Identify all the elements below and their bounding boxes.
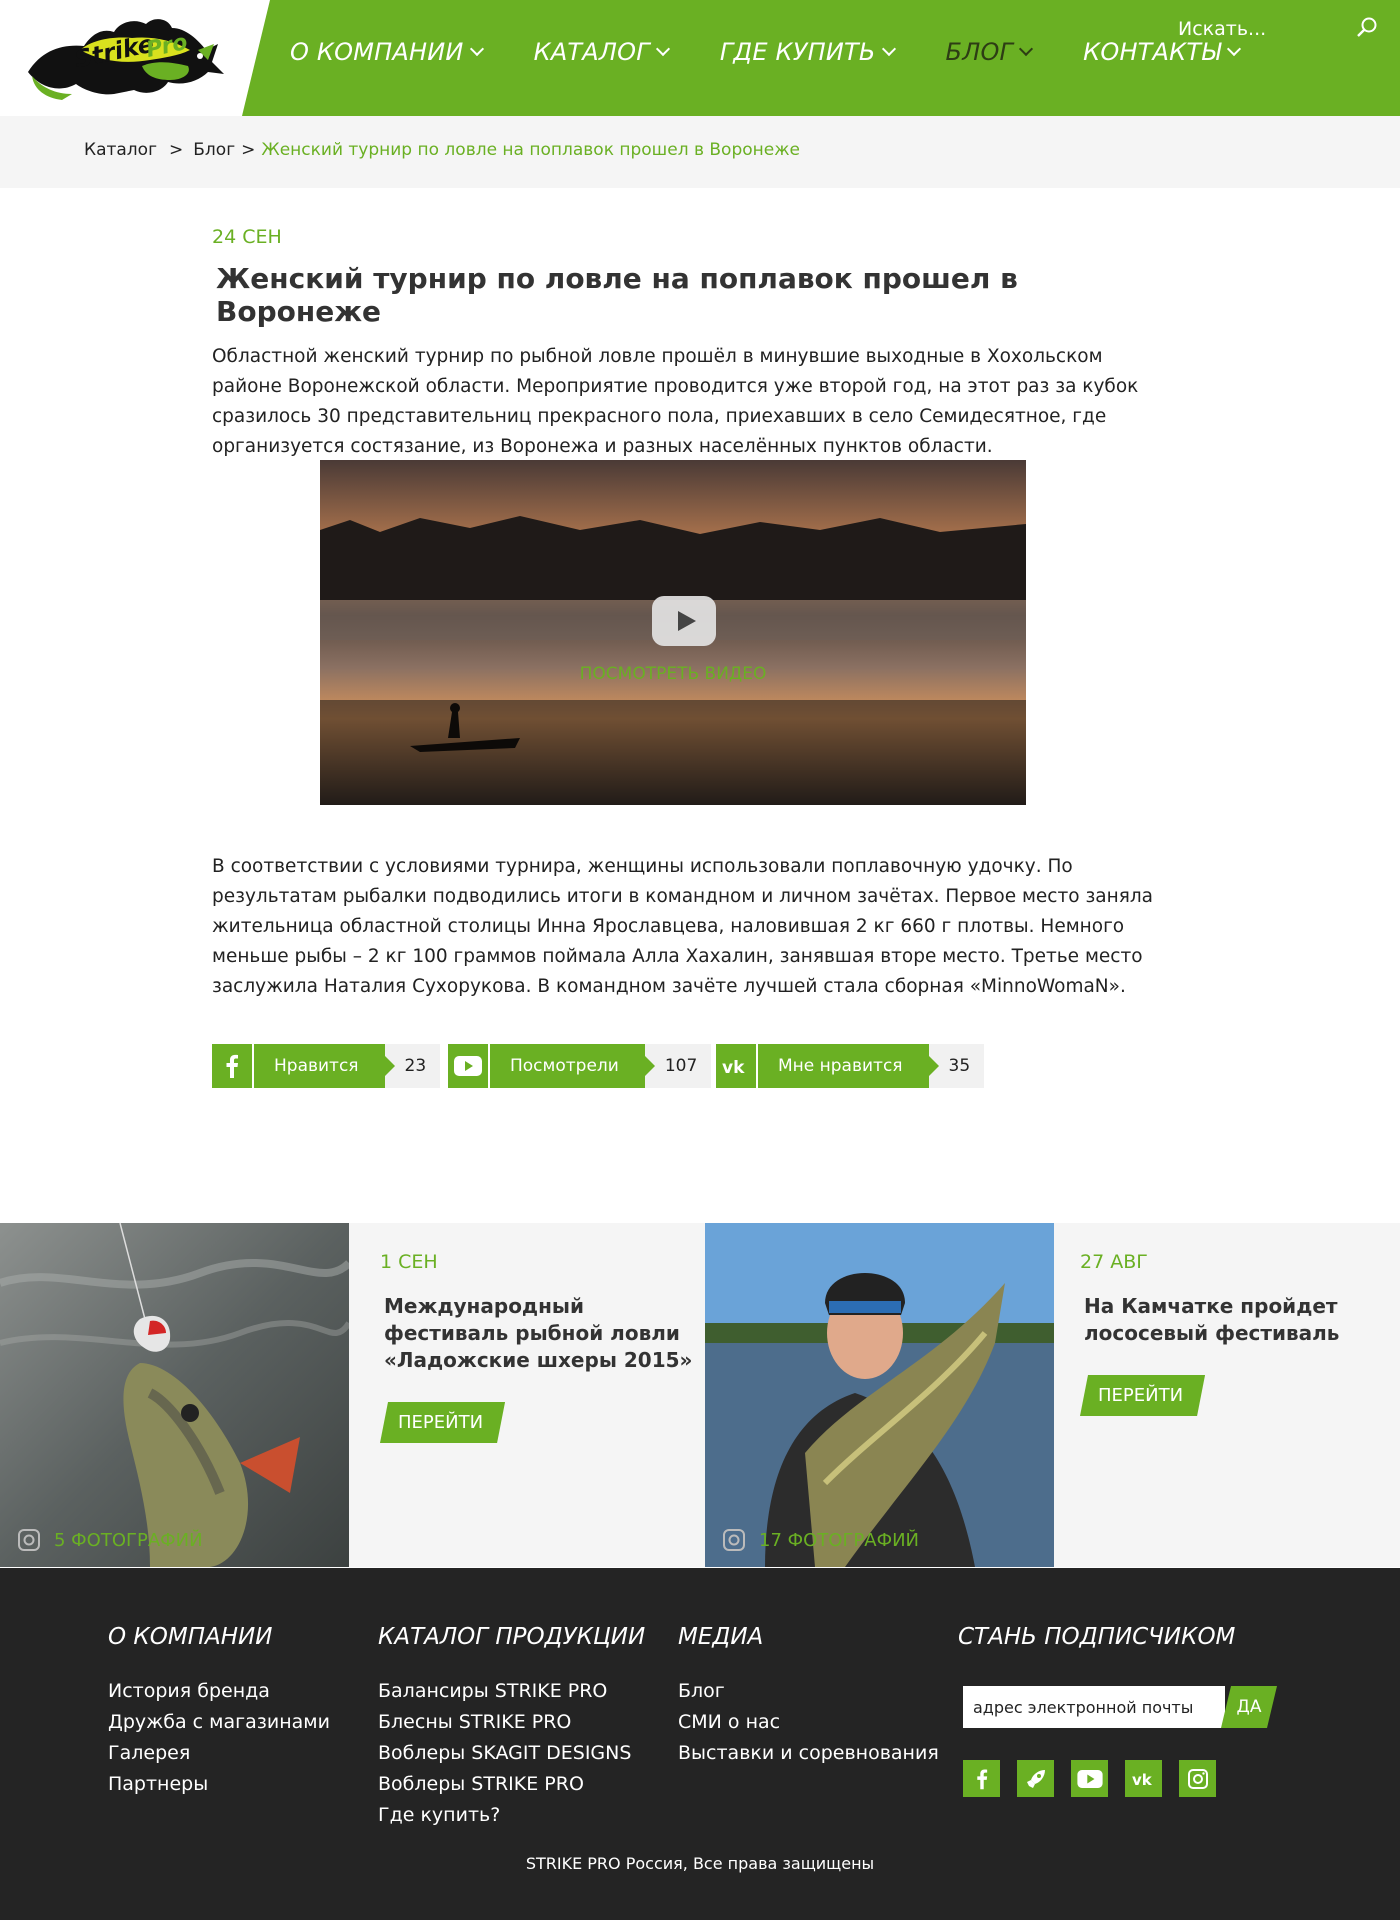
- go-button[interactable]: ПЕРЕЙТИ: [1080, 1375, 1205, 1416]
- related-post-title[interactable]: Международный фестиваль рыбной ловли «Ла…: [384, 1293, 710, 1374]
- chevron-down-icon: [1227, 41, 1242, 57]
- footer-column-subscribe: СТАНЬ ПОДПИСЧИКОМ: [958, 1624, 1235, 1650]
- video-player[interactable]: ПОСМОТРЕТЬ ВИДЕО: [320, 460, 1026, 805]
- chevron-down-icon: [881, 41, 896, 57]
- facebook-like-label: Нравится: [254, 1044, 385, 1088]
- related-posts: 5 ФОТОГРАФИЙ 1 СЕН Международный фестива…: [0, 1223, 1400, 1567]
- search-input[interactable]: [1178, 14, 1348, 44]
- facebook-icon[interactable]: [963, 1760, 1000, 1797]
- footer-link[interactable]: Блесны STRIKE PRO: [378, 1707, 645, 1738]
- breadcrumb-separator: >: [169, 140, 184, 160]
- breadcrumb: Каталог > Блог > Женский турнир по ловле…: [0, 116, 1400, 188]
- footer-link[interactable]: Воблеры SKAGIT DESIGNS: [378, 1738, 645, 1769]
- search-box: [1178, 14, 1378, 44]
- article-intro: Областной женский турнир по рыбной ловле…: [212, 346, 1139, 457]
- footer-heading: КАТАЛОГ ПРОДУКЦИИ: [378, 1624, 646, 1650]
- footer-link[interactable]: Где купить?: [378, 1800, 645, 1831]
- related-post-date: 27 АВГ: [1080, 1251, 1148, 1273]
- footer-link[interactable]: Блог: [678, 1676, 939, 1707]
- chevron-down-icon: [1019, 41, 1034, 57]
- youtube-icon[interactable]: [1071, 1760, 1108, 1797]
- footer-link[interactable]: СМИ о нас: [678, 1707, 939, 1738]
- chevron-down-icon: [469, 41, 484, 57]
- logo-area: Strike Pro: [0, 0, 270, 116]
- strike-pro-logo[interactable]: Strike Pro: [22, 10, 227, 102]
- youtube-icon: [448, 1044, 490, 1088]
- instagram-icon: [723, 1529, 745, 1551]
- related-post: 27 АВГ На Камчатке пройдет лососевый фес…: [1080, 1223, 1400, 1416]
- angler-photo: [705, 1223, 1054, 1567]
- related-post-image[interactable]: 17 ФОТОГРАФИЙ: [705, 1223, 1054, 1567]
- fish-photo: [0, 1223, 349, 1567]
- go-button[interactable]: ПЕРЕЙТИ: [380, 1402, 505, 1443]
- vk-icon[interactable]: vk: [1125, 1760, 1162, 1797]
- article: 24 СЕН Женский турнир по ловле на поплав…: [212, 226, 1172, 462]
- instagram-icon: [18, 1529, 40, 1551]
- breadcrumb-current: Женский турнир по ловле на поплавок прош…: [261, 140, 800, 160]
- footer-link[interactable]: Балансиры STRIKE PRO: [378, 1676, 645, 1707]
- search-icon[interactable]: [1356, 16, 1378, 38]
- facebook-icon: [212, 1044, 254, 1088]
- footer-link[interactable]: Воблеры STRIKE PRO: [378, 1769, 645, 1800]
- footer-heading: МЕДИА: [678, 1624, 764, 1650]
- svg-text:vk: vk: [722, 1058, 745, 1075]
- vk-like-widget[interactable]: vk Мне нравится 35: [716, 1044, 985, 1088]
- youtube-views-label: Посмотрели: [490, 1044, 645, 1088]
- article-body: В соответствии с условиями турнира, женщ…: [212, 856, 1153, 997]
- main-nav: О компании Каталог Где купить Блог Конта…: [290, 38, 1291, 66]
- rocket-icon[interactable]: [1017, 1760, 1054, 1797]
- footer-heading: О КОМПАНИИ: [108, 1624, 273, 1650]
- chevron-down-icon: [655, 41, 670, 57]
- instagram-icon[interactable]: [1179, 1760, 1216, 1797]
- watch-video-link[interactable]: ПОСМОТРЕТЬ ВИДЕО: [320, 664, 1026, 684]
- facebook-like-widget[interactable]: Нравится 23: [212, 1044, 441, 1088]
- photo-count-label: 5 ФОТОГРАФИЙ: [54, 1529, 203, 1551]
- youtube-views-widget[interactable]: Посмотрели 107: [448, 1044, 712, 1088]
- footer-social: vk: [963, 1760, 1233, 1797]
- photo-count[interactable]: 17 ФОТОГРАФИЙ: [723, 1529, 919, 1551]
- breadcrumb-separator: >: [241, 140, 256, 160]
- vk-icon: vk: [716, 1044, 758, 1088]
- article-title: Женский турнир по ловле на поплавок прош…: [216, 262, 1018, 328]
- svg-text:vk: vk: [1132, 1771, 1153, 1787]
- email-field[interactable]: [963, 1686, 1225, 1728]
- site-footer: О КОМПАНИИ История бренда Дружба с магаз…: [0, 1568, 1400, 1920]
- footer-column-catalog: КАТАЛОГ ПРОДУКЦИИ Балансиры STRIKE PRO Б…: [378, 1624, 645, 1831]
- photo-count-label: 17 ФОТОГРАФИЙ: [759, 1529, 920, 1551]
- nav-item-catalog[interactable]: Каталог: [534, 38, 670, 66]
- subscribe-button[interactable]: ДА: [1221, 1686, 1277, 1728]
- subscribe-form: ДА: [963, 1686, 1279, 1728]
- breadcrumb-blog[interactable]: Блог: [193, 140, 235, 160]
- breadcrumb-catalog[interactable]: Каталог: [84, 140, 157, 160]
- article-date: 24 СЕН: [212, 226, 282, 248]
- nav-item-company[interactable]: О компании: [290, 38, 484, 66]
- related-post-date: 1 СЕН: [380, 1251, 438, 1273]
- nav-item-blog[interactable]: Блог: [946, 38, 1034, 66]
- footer-link[interactable]: История бренда: [108, 1676, 330, 1707]
- footer-heading: СТАНЬ ПОДПИСЧИКОМ: [958, 1624, 1236, 1650]
- footer-column-company: О КОМПАНИИ История бренда Дружба с магаз…: [108, 1624, 330, 1800]
- related-post-image[interactable]: 5 ФОТОГРАФИЙ: [0, 1223, 349, 1567]
- footer-link[interactable]: Выставки и соревнования: [678, 1738, 939, 1769]
- vk-like-label: Мне нравится: [758, 1044, 929, 1088]
- play-button[interactable]: [652, 596, 716, 646]
- copyright: STRIKE PRO Россия, Все права защищены: [525, 1854, 875, 1873]
- footer-link[interactable]: Галерея: [108, 1738, 330, 1769]
- photo-count[interactable]: 5 ФОТОГРАФИЙ: [18, 1529, 203, 1551]
- footer-column-media: МЕДИА Блог СМИ о нас Выставки и соревнов…: [678, 1624, 939, 1769]
- related-post-title[interactable]: На Камчатке пройдет лососевый фестиваль: [1084, 1293, 1400, 1347]
- nav-item-where-to-buy[interactable]: Где купить: [720, 38, 896, 66]
- footer-link[interactable]: Партнеры: [108, 1769, 330, 1800]
- footer-link[interactable]: Дружба с магазинами: [108, 1707, 330, 1738]
- related-post: 1 СЕН Международный фестиваль рыбной лов…: [380, 1223, 710, 1443]
- site-header: Strike Pro О компании Каталог Где купить…: [0, 0, 1400, 116]
